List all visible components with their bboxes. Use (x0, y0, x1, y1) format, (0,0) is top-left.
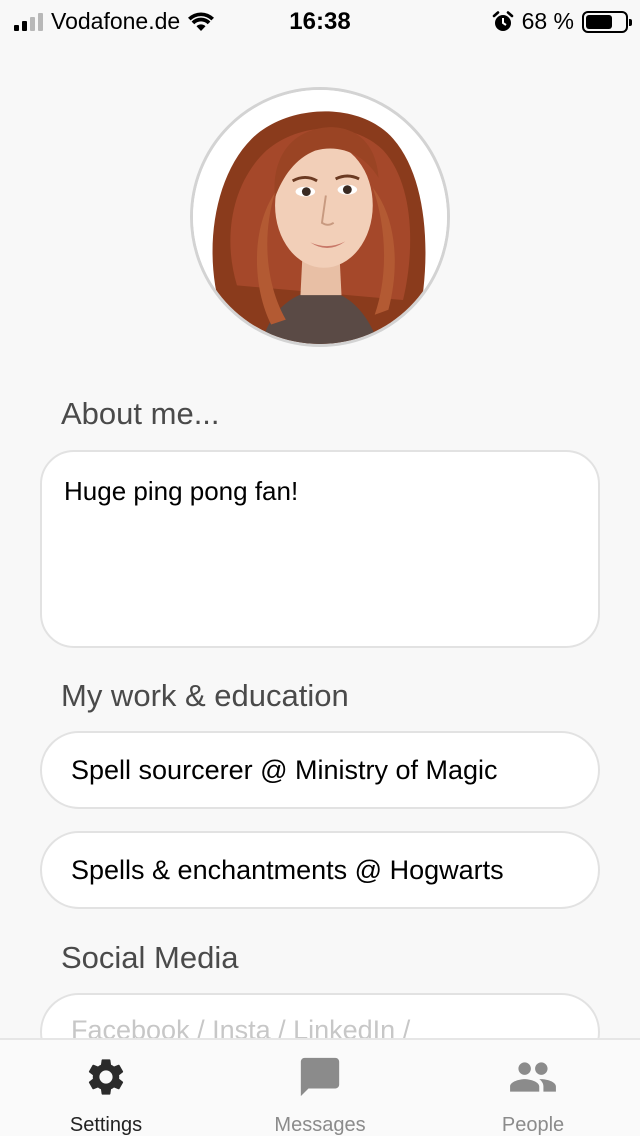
gear-icon (84, 1054, 128, 1100)
status-right: 68 % (492, 8, 632, 35)
people-icon (508, 1054, 558, 1100)
about-me-textarea[interactable]: Huge ping pong fan! (40, 450, 600, 648)
battery-percent: 68 % (521, 8, 574, 34)
work-item-field[interactable]: Spell sourcerer @ Ministry of Magic (40, 731, 600, 809)
avatar[interactable] (190, 87, 450, 347)
tab-messages[interactable]: Messages (240, 1040, 400, 1136)
education-item-text: Spells & enchantments @ Hogwarts (71, 854, 504, 885)
tab-settings[interactable]: Settings (26, 1040, 186, 1136)
tab-settings-label: Settings (69, 1114, 143, 1136)
alarm-icon (492, 10, 513, 31)
tab-people[interactable]: People (453, 1040, 613, 1136)
avatar-portrait (193, 90, 447, 344)
education-item-field[interactable]: Spells & enchantments @ Hogwarts (40, 831, 600, 909)
tab-messages-label: Messages (274, 1114, 366, 1136)
battery-fill (586, 14, 612, 29)
work-item-text: Spell sourcerer @ Ministry of Magic (71, 754, 498, 785)
about-me-title: About me... (61, 396, 220, 431)
chat-bubble-icon (297, 1054, 343, 1100)
tab-people-label: People (501, 1114, 565, 1136)
work-education-title: My work & education (61, 678, 349, 713)
battery-icon (582, 10, 632, 33)
about-me-text: Huge ping pong fan! (64, 476, 299, 506)
profile-screen: Vodafone.de 16:38 68 % About me... Huge … (0, 0, 640, 1136)
social-media-title: Social Media (61, 940, 239, 975)
bottom-tab-bar: Settings Messages People (0, 1038, 640, 1136)
status-bar: Vodafone.de 16:38 68 % (0, 0, 640, 40)
